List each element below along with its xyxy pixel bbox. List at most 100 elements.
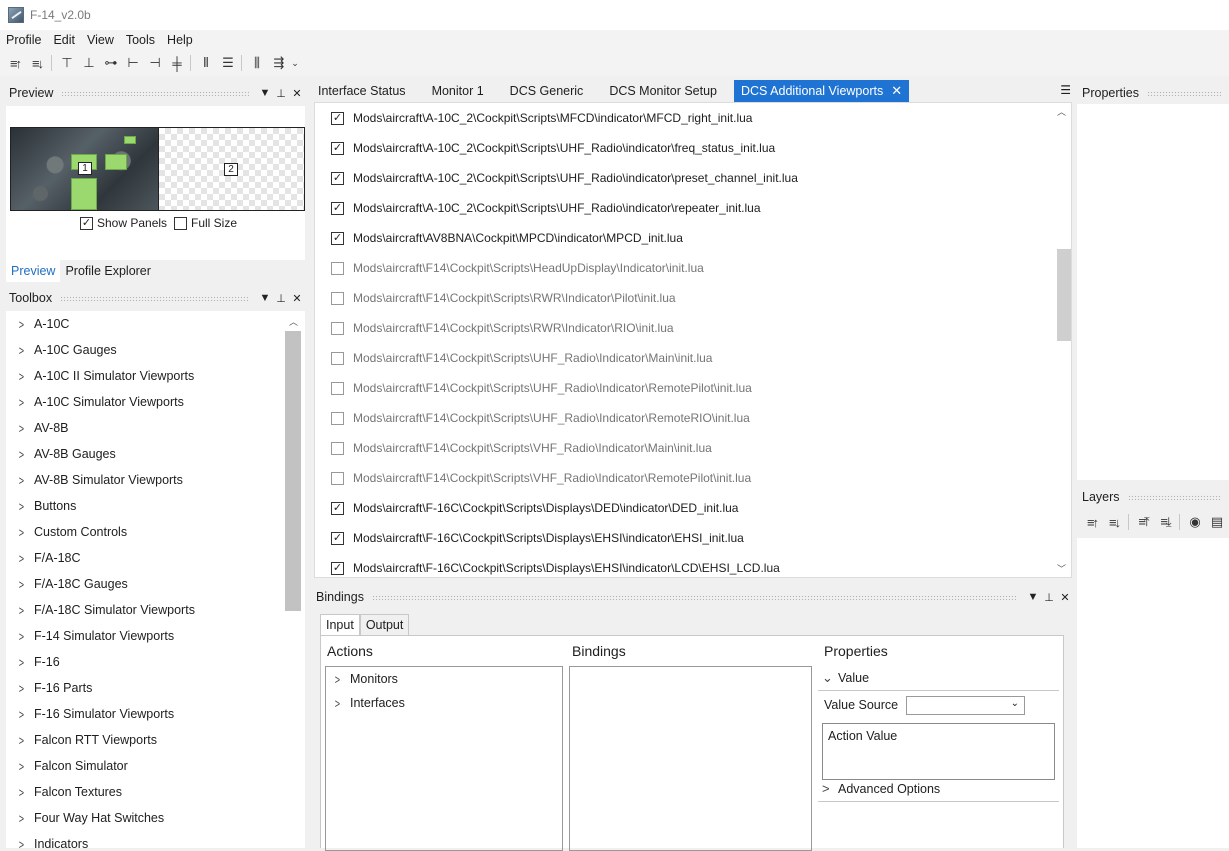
tree-item[interactable]: > A-10C II Simulator Viewports	[6, 363, 305, 389]
drag-grip[interactable]	[60, 295, 249, 301]
send-backward-icon[interactable]: ≡↓	[26, 53, 48, 73]
tree-item[interactable]: > Falcon Simulator	[6, 753, 305, 779]
menu-view[interactable]: View	[81, 33, 120, 47]
advanced-options-header[interactable]: > Advanced Options	[818, 776, 1059, 802]
bring-forward-icon[interactable]: ≡↑	[4, 53, 26, 73]
align-top-icon[interactable]: ⊤	[55, 53, 77, 73]
viewport-row[interactable]: ✓ Mods\aircraft\F-16C\Cockpit\Scripts\Dis…	[315, 523, 1071, 553]
eye-icon[interactable]: ◉	[1183, 512, 1205, 532]
viewport-checkbox[interactable]	[331, 261, 344, 275]
scroll-up-icon[interactable]: ︿	[289, 315, 298, 328]
viewport-checkbox[interactable]: ✓	[331, 111, 344, 125]
viewport-checkbox[interactable]: ✓	[331, 171, 344, 185]
viewport-row[interactable]: ✓ Mods\aircraft\A-10C_2\Cockpit\Scripts\M…	[315, 103, 1071, 133]
chevron-right-icon[interactable]: >	[335, 696, 348, 711]
tree-item-monitors[interactable]: > Monitors	[326, 667, 562, 691]
close-icon[interactable]: ✕	[289, 87, 305, 100]
pin-icon[interactable]: ⊥	[273, 87, 289, 100]
chevron-right-icon[interactable]: >	[19, 733, 32, 748]
tab-preview[interactable]: Preview	[6, 260, 61, 282]
tree-item[interactable]: > F/A-18C	[6, 545, 305, 571]
chevron-right-icon[interactable]: >	[19, 655, 32, 670]
align-right-icon[interactable]: ⊣	[143, 53, 165, 73]
chevron-right-icon[interactable]: >	[19, 551, 32, 566]
full-size-checkbox[interactable]: Full Size	[174, 216, 237, 230]
action-value-box[interactable]: Action Value	[822, 723, 1055, 780]
toolbox-scrollbar[interactable]: ︿	[285, 313, 301, 848]
chevron-right-icon[interactable]: >	[19, 837, 32, 849]
tree-item[interactable]: > AV-8B Simulator Viewports	[6, 467, 305, 493]
align-left-icon[interactable]: ⊢	[121, 53, 143, 73]
show-panels-checkbox[interactable]: ✓ Show Panels	[80, 216, 167, 230]
viewport-checkbox[interactable]	[331, 441, 344, 455]
viewport-row[interactable]: Mods\aircraft\F14\Cockpit\Scripts\RWR\In…	[315, 313, 1071, 343]
chevron-right-icon[interactable]: >	[19, 499, 32, 514]
tab-interface-status[interactable]: Interface Status	[311, 80, 413, 102]
tree-item[interactable]: > Falcon RTT Viewports	[6, 727, 305, 753]
close-icon[interactable]: ✕	[289, 292, 305, 305]
viewport-checkbox[interactable]	[331, 411, 344, 425]
tab-profile-explorer[interactable]: Profile Explorer	[60, 260, 155, 282]
viewport-checkbox[interactable]: ✓	[331, 531, 344, 545]
viewport-row[interactable]: ✓ Mods\aircraft\AV8BNA\Cockpit\MPCD\indic…	[315, 223, 1071, 253]
viewport-list-scrollbar[interactable]: ︿ ﹀	[1054, 103, 1071, 577]
drag-grip[interactable]	[1146, 90, 1221, 96]
tree-item[interactable]: > Indicators	[6, 831, 305, 849]
viewport-row[interactable]: ✓ Mods\aircraft\A-10C_2\Cockpit\Scripts\U…	[315, 133, 1071, 163]
viewport-row[interactable]: Mods\aircraft\F14\Cockpit\Scripts\UHF_Ra…	[315, 373, 1071, 403]
chevron-right-icon[interactable]: >	[19, 785, 32, 800]
checkbox[interactable]	[174, 216, 187, 230]
tree-item[interactable]: > Custom Controls	[6, 519, 305, 545]
pin-icon[interactable]: ⊥	[273, 292, 289, 305]
chevron-right-icon[interactable]: >	[19, 395, 32, 410]
space-horizontal-icon[interactable]: ⫼	[245, 53, 267, 73]
chevron-right-icon[interactable]: >	[19, 473, 32, 488]
tree-item[interactable]: > Buttons	[6, 493, 305, 519]
close-icon[interactable]: ✕	[1057, 591, 1073, 604]
checkbox[interactable]: ✓	[80, 216, 93, 230]
bindings-list[interactable]	[569, 666, 812, 851]
chevron-right-icon[interactable]: >	[335, 672, 348, 687]
viewport-checkbox[interactable]	[331, 291, 344, 305]
align-middle-icon[interactable]: ⊶	[99, 53, 121, 73]
viewport-checkbox[interactable]: ✓	[331, 501, 344, 515]
chevron-right-icon[interactable]: >	[822, 781, 838, 796]
tree-item-interfaces[interactable]: > Interfaces	[326, 691, 562, 715]
scrollbar-thumb[interactable]	[285, 331, 301, 611]
viewport-row[interactable]: Mods\aircraft\F14\Cockpit\Scripts\RWR\In…	[315, 283, 1071, 313]
viewport-row[interactable]: Mods\aircraft\F14\Cockpit\Scripts\HeadUp…	[315, 253, 1071, 283]
viewport-checkbox[interactable]	[331, 471, 344, 485]
distribute-vertical-icon[interactable]: ☰	[216, 53, 238, 73]
value-section-header[interactable]: ⌄ Value	[818, 665, 1059, 691]
close-icon[interactable]: ✕	[891, 80, 902, 102]
chevron-right-icon[interactable]: >	[19, 369, 32, 384]
tree-item[interactable]: > F-16 Simulator Viewports	[6, 701, 305, 727]
chevron-right-icon[interactable]: >	[19, 759, 32, 774]
viewport-checkbox[interactable]	[331, 381, 344, 395]
drag-grip[interactable]	[61, 90, 249, 96]
chevron-down-icon[interactable]: ⌄	[822, 670, 838, 686]
viewport-checkbox[interactable]: ✓	[331, 201, 344, 215]
viewport-checkbox[interactable]: ✓	[331, 141, 344, 155]
tab-dcs-monitor-setup[interactable]: DCS Monitor Setup	[602, 80, 724, 102]
align-center-icon[interactable]: ╪	[165, 53, 187, 73]
menu-tools[interactable]: Tools	[120, 33, 161, 47]
chevron-right-icon[interactable]: >	[19, 629, 32, 644]
viewport-row[interactable]: Mods\aircraft\F14\Cockpit\Scripts\UHF_Ra…	[315, 343, 1071, 373]
chevron-right-icon[interactable]: >	[19, 577, 32, 592]
tree-item[interactable]: > F/A-18C Simulator Viewports	[6, 597, 305, 623]
viewport-checkbox[interactable]	[331, 351, 344, 365]
chevron-right-icon[interactable]: >	[19, 603, 32, 618]
tree-item[interactable]: > F-16	[6, 649, 305, 675]
drag-grip[interactable]	[1127, 494, 1221, 500]
layers-stack-icon[interactable]: ▤	[1205, 512, 1227, 532]
scroll-down-icon[interactable]: ﹀	[1057, 562, 1066, 575]
chevron-right-icon[interactable]: >	[19, 447, 32, 462]
viewport-row[interactable]: Mods\aircraft\F14\Cockpit\Scripts\VHF_Ra…	[315, 463, 1071, 493]
chevron-right-icon[interactable]: >	[19, 707, 32, 722]
tree-item[interactable]: > A-10C	[6, 311, 305, 337]
tree-item[interactable]: > A-10C Simulator Viewports	[6, 389, 305, 415]
tree-item[interactable]: > AV-8B Gauges	[6, 441, 305, 467]
monitor-2-preview[interactable]: 2	[159, 127, 305, 211]
move-layer-top-icon[interactable]: ≡⤒	[1132, 512, 1154, 532]
